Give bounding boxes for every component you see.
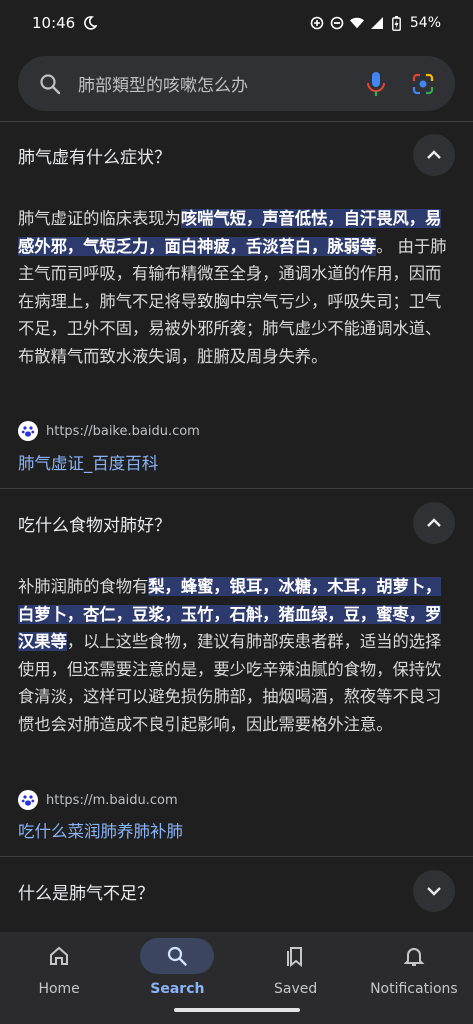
answer-text: 肺气虚证的临床表现为 bbox=[18, 209, 181, 228]
answer-text: 补肺润肺的食物有 bbox=[18, 577, 149, 596]
source-url: https://m.baidu.com bbox=[46, 792, 178, 808]
chevron-up-icon[interactable] bbox=[413, 502, 455, 544]
gesture-home-indicator[interactable] bbox=[174, 1008, 300, 1012]
nav-label: Notifications bbox=[370, 981, 458, 997]
nav-home[interactable]: Home bbox=[0, 932, 118, 1024]
data-saver-icon bbox=[310, 16, 324, 30]
home-icon bbox=[22, 938, 96, 974]
source-url: https://baike.baidu.com bbox=[46, 423, 200, 439]
faq-question-3[interactable]: 什么是肺气不足？ bbox=[18, 861, 455, 921]
faq-question-text: 什么是肺气不足？ bbox=[18, 883, 154, 904]
nav-label: Search bbox=[150, 981, 205, 997]
baidu-paw-icon bbox=[18, 790, 38, 810]
divider bbox=[0, 488, 473, 489]
dnd-icon bbox=[330, 16, 344, 30]
faq-answer-2: 补肺润肺的食物有梨，蜂蜜，银耳，冰糖，木耳，胡萝卜，白萝卜，杏仁，豆浆，玉竹，石… bbox=[18, 573, 455, 739]
wifi-icon bbox=[349, 16, 364, 30]
nav-notifications[interactable]: Notifications bbox=[355, 932, 473, 1024]
nav-label: Saved bbox=[273, 981, 318, 997]
chevron-down-icon[interactable] bbox=[413, 870, 455, 912]
faq-question-text: 肺气虚有什么症状？ bbox=[18, 147, 171, 168]
battery-percent: 54% bbox=[409, 15, 441, 31]
status-time: 10:46 bbox=[32, 14, 76, 32]
cell-signal-icon bbox=[370, 16, 384, 30]
answer-text: ，以上这些食物，建议有肺部疾患者群，适当的选择使用，但还需要注意的是，要少吃辛辣… bbox=[18, 632, 442, 734]
bell-icon bbox=[377, 938, 451, 974]
faq-question-1[interactable]: 肺气虚有什么症状？ bbox=[18, 125, 455, 185]
google-lens-icon[interactable] bbox=[411, 72, 435, 96]
source-title-link[interactable]: 肺气虚证_百度百科 bbox=[18, 450, 158, 474]
chevron-up-icon[interactable] bbox=[413, 134, 455, 176]
nav-label: Home bbox=[38, 981, 80, 997]
status-bar: 10:46 54% bbox=[0, 0, 473, 46]
bookmark-icon bbox=[259, 938, 333, 974]
source-title-link[interactable]: 吃什么菜润肺养肺补肺 bbox=[18, 818, 183, 842]
search-icon bbox=[38, 72, 62, 96]
search-bar[interactable]: 肺部類型的咳嗽怎么办 bbox=[18, 56, 455, 111]
source-citation-2[interactable]: https://m.baidu.com bbox=[18, 790, 178, 810]
faq-question-2[interactable]: 吃什么食物对肺好？ bbox=[18, 493, 455, 553]
divider bbox=[0, 856, 473, 857]
source-citation-1[interactable]: https://baike.baidu.com bbox=[18, 421, 200, 441]
search-input[interactable]: 肺部類型的咳嗽怎么办 bbox=[78, 71, 365, 96]
divider bbox=[0, 121, 473, 122]
faq-answer-1: 肺气虚证的临床表现为咳喘气短，声音低怯，自汗畏风，易感外邪，气短乏力，面白神疲，… bbox=[18, 205, 455, 371]
battery-icon bbox=[390, 15, 404, 31]
do-not-disturb-moon-icon bbox=[83, 16, 98, 30]
answer-text: 。 由于肺主气而司呼吸，有输布精微至全身，通调水道的作用，因而在病理上，肺气不足… bbox=[18, 236, 447, 366]
baidu-paw-icon bbox=[18, 421, 38, 441]
faq-question-text: 吃什么食物对肺好？ bbox=[18, 515, 171, 536]
voice-search-mic-icon[interactable] bbox=[365, 71, 387, 97]
search-icon bbox=[140, 938, 215, 974]
